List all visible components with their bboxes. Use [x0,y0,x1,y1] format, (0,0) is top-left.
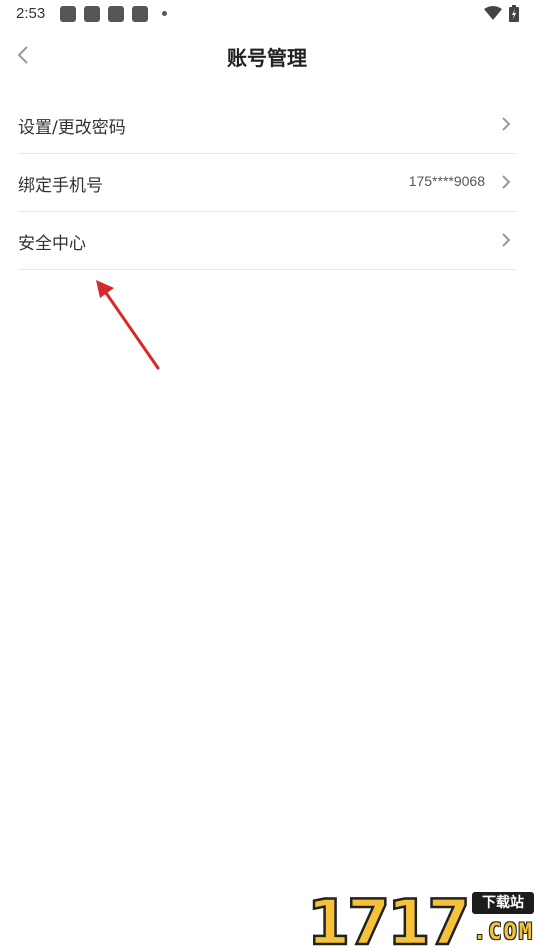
more-notifications-icon [162,11,167,16]
notification-icon [84,6,100,22]
watermark-number: 17178 [307,888,467,950]
menu-item-change-password[interactable]: 设置/更改密码 [18,96,516,154]
menu-item-label: 设置/更改密码 [18,118,126,138]
notification-icon [132,6,148,22]
status-time: 2:53 [16,5,46,22]
menu-item-label: 绑定手机号 [18,176,103,196]
menu-item-security-center[interactable]: 安全中心 [18,212,516,270]
watermark-domain: .COM [473,920,534,945]
status-bar: 2:53 [0,0,534,28]
notification-icon [108,6,124,22]
chevron-right-icon [502,117,511,131]
menu-item-bind-phone[interactable]: 绑定手机号 175****9068 [18,154,516,212]
svg-text:17178: 17178 [307,888,467,950]
wifi-icon [484,6,502,20]
header: 账号管理 [0,28,534,84]
chevron-right-icon [502,233,511,247]
account-menu: 设置/更改密码 绑定手机号 175****9068 安全中心 [18,96,516,270]
notification-icon [60,6,76,22]
page-title: 账号管理 [227,46,307,70]
watermark-tag: 下载站 [472,892,534,914]
chevron-right-icon [502,175,511,189]
phone-number-value: 175****9068 [408,173,485,189]
menu-item-label: 安全中心 [18,234,86,254]
annotation-arrow-icon [96,280,160,370]
watermark-logo: 17178 下载站 .COM [307,886,534,950]
battery-icon [509,5,519,22]
